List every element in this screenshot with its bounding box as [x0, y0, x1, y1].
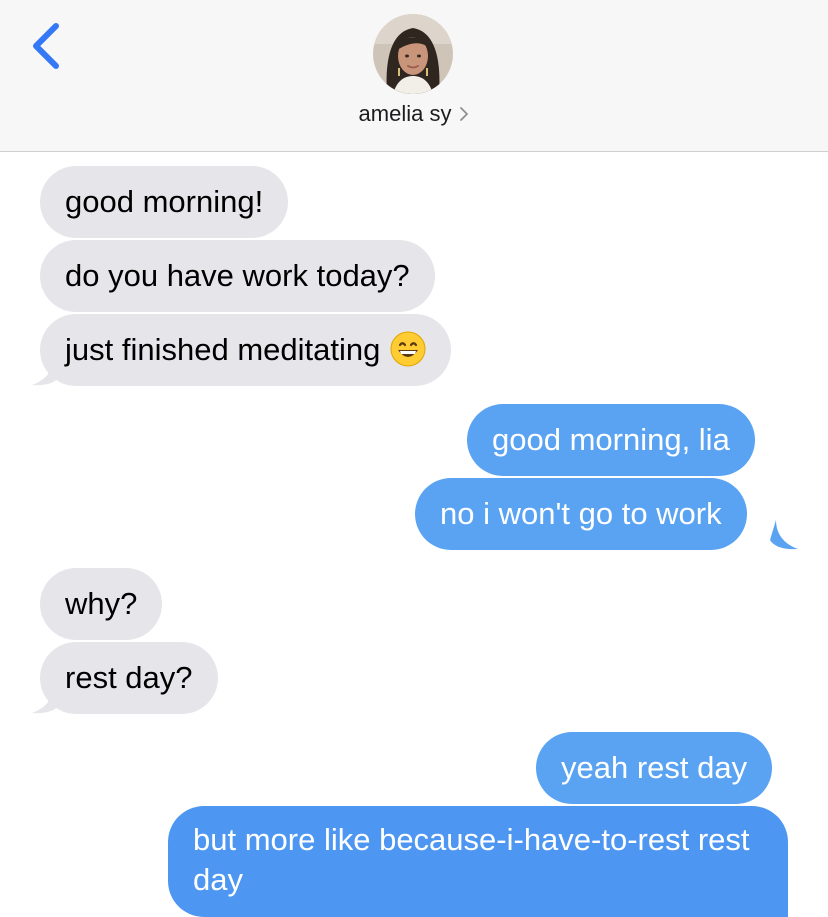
chevron-right-icon [459, 106, 469, 122]
grinning-face-emoji [390, 331, 426, 367]
outgoing-message[interactable]: yeah rest day [536, 732, 773, 804]
message-text: why? [65, 586, 138, 621]
outgoing-message[interactable]: but more like because-i-have-to-rest res… [168, 806, 788, 917]
message-text: good morning, lia [492, 422, 730, 457]
contact-name: amelia sy [358, 101, 452, 126]
back-button[interactable] [22, 18, 72, 74]
message-text: good morning! [65, 184, 264, 219]
chevron-left-icon [33, 23, 59, 69]
outgoing-bubble-tail [770, 520, 800, 550]
conversation-header: amelia sy [0, 0, 828, 152]
incoming-message[interactable]: do you have work today? [40, 240, 435, 312]
incoming-message[interactable]: rest day? [40, 642, 218, 714]
incoming-message[interactable]: just finished meditating [40, 314, 452, 386]
message-text: no i won't go to work [440, 496, 722, 531]
message-text: yeah rest day [561, 750, 748, 785]
message-text: rest day? [65, 660, 193, 695]
message-text: just finished meditating [65, 332, 381, 367]
outgoing-message[interactable]: good morning, lia [467, 404, 755, 476]
outgoing-message[interactable]: no i won't go to work [415, 478, 747, 550]
incoming-message[interactable]: good morning! [40, 166, 289, 238]
contact-avatar[interactable] [373, 14, 453, 94]
message-text: but more like because-i-have-to-rest res… [193, 822, 750, 897]
incoming-message[interactable]: why? [40, 568, 163, 640]
contact-name-button[interactable]: amelia sy [0, 101, 828, 127]
message-text: do you have work today? [65, 258, 410, 293]
